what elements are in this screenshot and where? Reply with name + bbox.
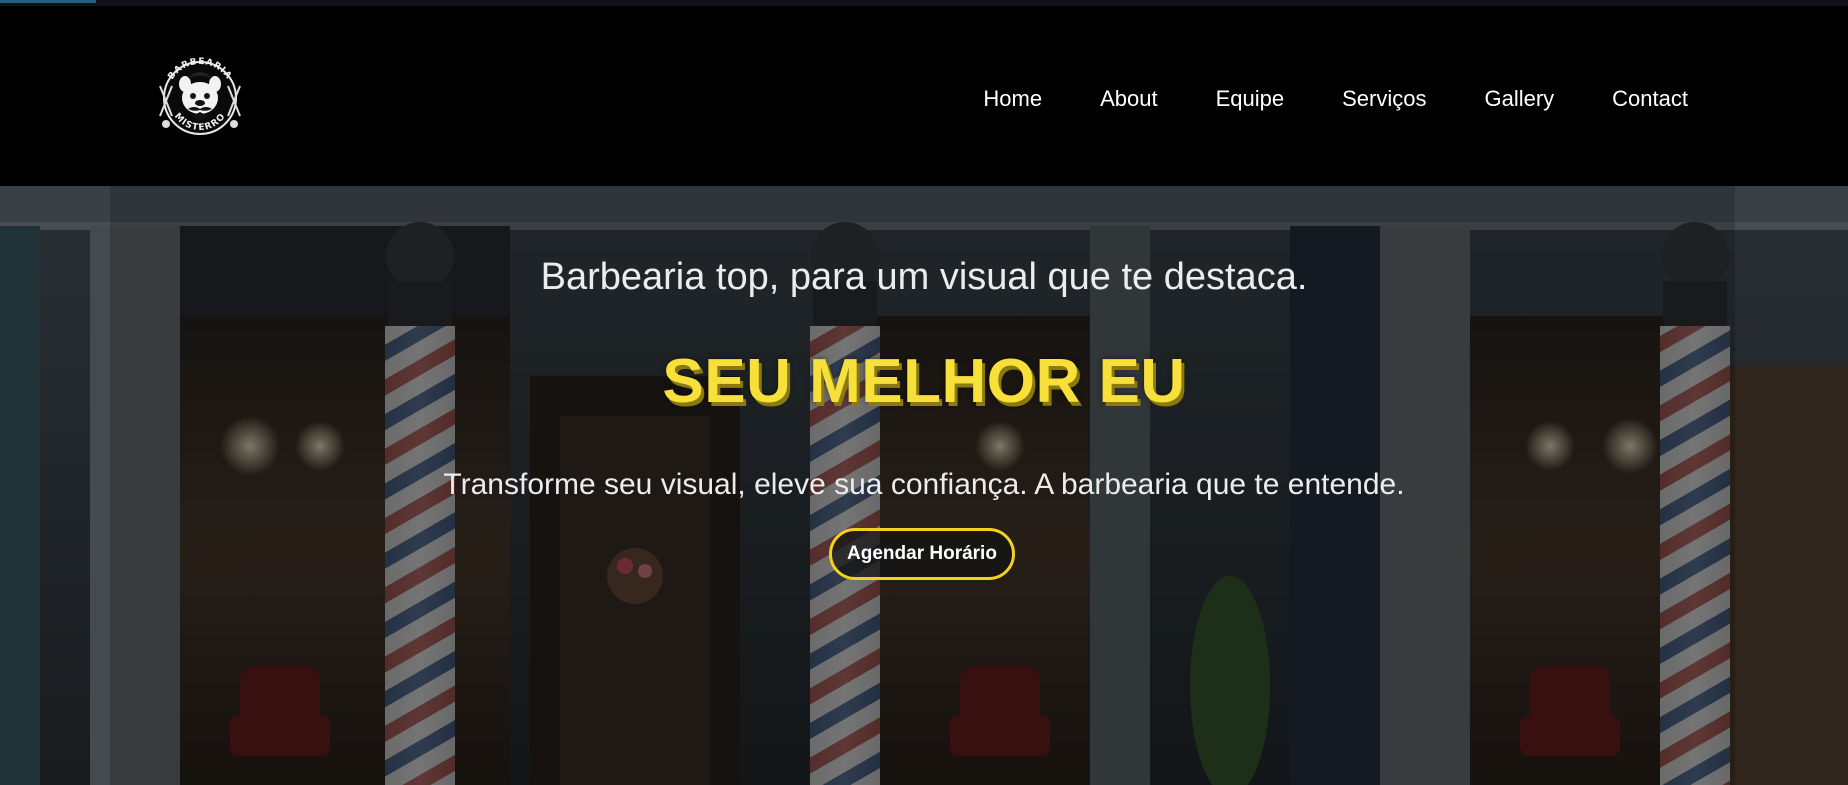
hero-subtitle: Barbearia top, para um visual que te des… — [540, 256, 1308, 298]
nav-servicos[interactable]: Serviços — [1342, 86, 1426, 112]
site-logo[interactable]: BARBEARIA MISTERRO — [150, 46, 250, 146]
hero-content: Barbearia top, para um visual que te des… — [0, 186, 1848, 785]
hero-section: Barbearia top, para um visual que te des… — [0, 186, 1848, 785]
nav-contact[interactable]: Contact — [1612, 86, 1688, 112]
main-nav: Home About Equipe Serviços Gallery Conta… — [983, 86, 1688, 112]
nav-gallery[interactable]: Gallery — [1484, 86, 1554, 112]
site-header: BARBEARIA MISTERRO Home About Equipe Ser… — [0, 6, 1848, 186]
top-accent-bar — [0, 0, 96, 3]
bulldog-barber-logo-icon: BARBEARIA MISTERRO — [159, 57, 241, 135]
nav-equipe[interactable]: Equipe — [1216, 86, 1285, 112]
hero-tagline: Transforme seu visual, eleve sua confian… — [443, 468, 1405, 501]
schedule-appointment-button[interactable]: Agendar Horário — [829, 528, 1015, 580]
hero-headline: SEU MELHOR EU — [662, 347, 1186, 416]
nav-home[interactable]: Home — [983, 86, 1042, 112]
nav-about[interactable]: About — [1100, 86, 1158, 112]
